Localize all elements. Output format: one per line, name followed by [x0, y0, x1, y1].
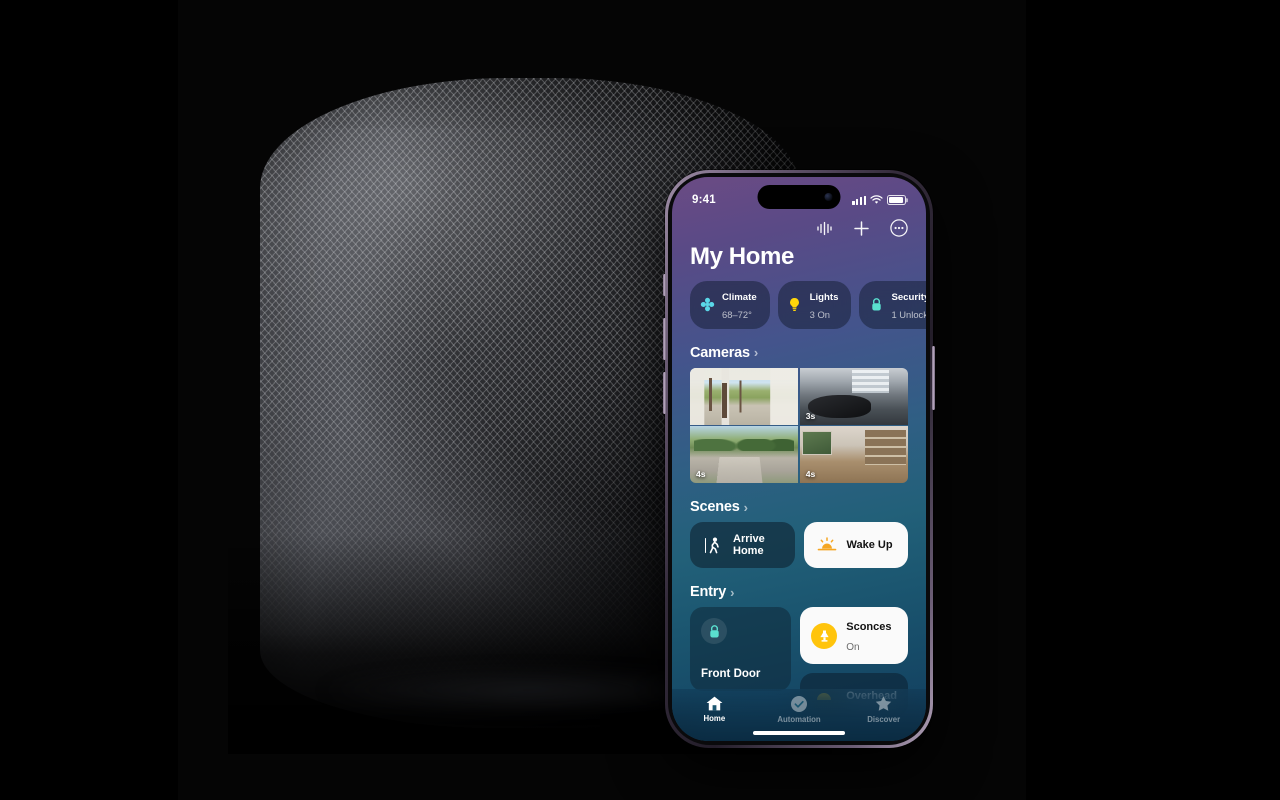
wifi-icon — [870, 195, 883, 204]
status-pill-climate[interactable]: Climate 68–72° — [690, 281, 770, 329]
sunrise-icon — [816, 534, 838, 556]
tab-discover[interactable]: Discover — [841, 695, 926, 724]
iphone-device: 9:41 My Home Climate 68–72° Lights 3 On … — [663, 170, 935, 748]
section-title: Cameras — [690, 344, 750, 361]
section-header-entry[interactable]: Entry › — [672, 568, 926, 607]
lightbulb-icon — [787, 297, 803, 313]
sconce-lamp-icon — [811, 622, 838, 649]
status-bar: 9:41 — [672, 177, 926, 213]
front-camera-icon — [824, 193, 833, 201]
pill-value: 3 On — [809, 308, 830, 320]
page-title: My Home — [690, 243, 794, 270]
lock-icon — [701, 618, 727, 645]
scenes-grid: Arrive Home Wake Up — [672, 522, 926, 569]
camera-timestamp: 3s — [805, 410, 816, 421]
house-icon — [706, 696, 723, 711]
camera-tile[interactable] — [690, 367, 799, 425]
letterbox-left — [0, 0, 178, 800]
section-title: Scenes — [690, 499, 740, 516]
pill-label: Security — [891, 292, 926, 303]
climate-fan-icon — [699, 297, 715, 313]
clock-check-icon — [791, 696, 807, 712]
pill-label: Climate — [722, 292, 757, 303]
status-bar-indicators — [852, 195, 906, 205]
scene-arrive-home[interactable]: Arrive Home — [690, 522, 795, 569]
screenshot-stage: 9:41 My Home Climate 68–72° Lights 3 On … — [0, 0, 1280, 800]
star-icon — [875, 696, 892, 711]
product-scene: 9:41 My Home Climate 68–72° Lights 3 On … — [178, 0, 1026, 800]
cameras-grid: 3s 4s 4s — [690, 367, 908, 484]
lock-icon — [868, 297, 884, 313]
walking-person-icon — [702, 534, 724, 556]
silent-switch[interactable] — [663, 274, 666, 296]
status-pills-row[interactable]: Climate 68–72° Lights 3 On Security 1 Un… — [672, 271, 926, 329]
tab-label: Discover — [867, 715, 901, 724]
scene-label: Wake Up — [846, 539, 893, 552]
header-actions — [672, 213, 926, 237]
iphone-screen: 9:41 My Home Climate 68–72° Lights 3 On … — [672, 177, 926, 741]
scene-label: Arrive Home — [733, 533, 765, 558]
status-bar-time: 9:41 — [692, 194, 716, 206]
device-name: Sconces — [846, 621, 892, 634]
camera-tile[interactable]: 3s — [799, 367, 908, 425]
home-indicator[interactable] — [753, 731, 845, 735]
tab-label: Automation — [777, 715, 821, 724]
tab-automation[interactable]: Automation — [757, 695, 842, 724]
section-title: Entry — [690, 584, 727, 601]
pill-label: Lights — [809, 292, 839, 303]
chevron-right-icon: › — [743, 499, 748, 515]
volume-up-button[interactable] — [663, 318, 666, 360]
status-pill-lights[interactable]: Lights 3 On — [777, 281, 852, 329]
camera-timestamp: 4s — [805, 469, 816, 480]
letterbox-right — [1026, 0, 1280, 800]
device-sconces[interactable]: Sconces On — [800, 607, 908, 665]
volume-down-button[interactable] — [663, 372, 666, 414]
section-header-cameras[interactable]: Cameras › — [672, 329, 926, 368]
camera-tile[interactable]: 4s — [690, 426, 799, 484]
siri-waveform-icon[interactable] — [816, 221, 833, 236]
device-state: On — [846, 641, 860, 653]
cellular-signal-icon — [852, 195, 866, 205]
chevron-right-icon: › — [730, 584, 735, 600]
chevron-right-icon: › — [753, 345, 759, 361]
tab-label: Home — [703, 714, 726, 723]
scene-wake-up[interactable]: Wake Up — [803, 522, 908, 569]
more-options-icon[interactable] — [890, 219, 908, 237]
section-header-scenes[interactable]: Scenes › — [672, 483, 926, 522]
camera-tile[interactable]: 4s — [799, 426, 908, 484]
camera-timestamp: 4s — [696, 469, 706, 480]
device-label: Front Door — [701, 668, 761, 681]
tab-home[interactable]: Home — [672, 695, 757, 723]
dynamic-island — [757, 185, 841, 209]
status-pill-security[interactable]: Security 1 Unlocked — [859, 281, 926, 329]
pill-value: 68–72° — [722, 308, 752, 320]
battery-icon — [887, 195, 906, 205]
device-front-door[interactable]: Front Door — [690, 607, 792, 692]
power-button[interactable] — [932, 346, 935, 410]
pill-value: 1 Unlocked — [891, 308, 926, 320]
tab-bar: Home Automation Discover — [672, 689, 926, 741]
add-icon[interactable] — [853, 220, 870, 237]
